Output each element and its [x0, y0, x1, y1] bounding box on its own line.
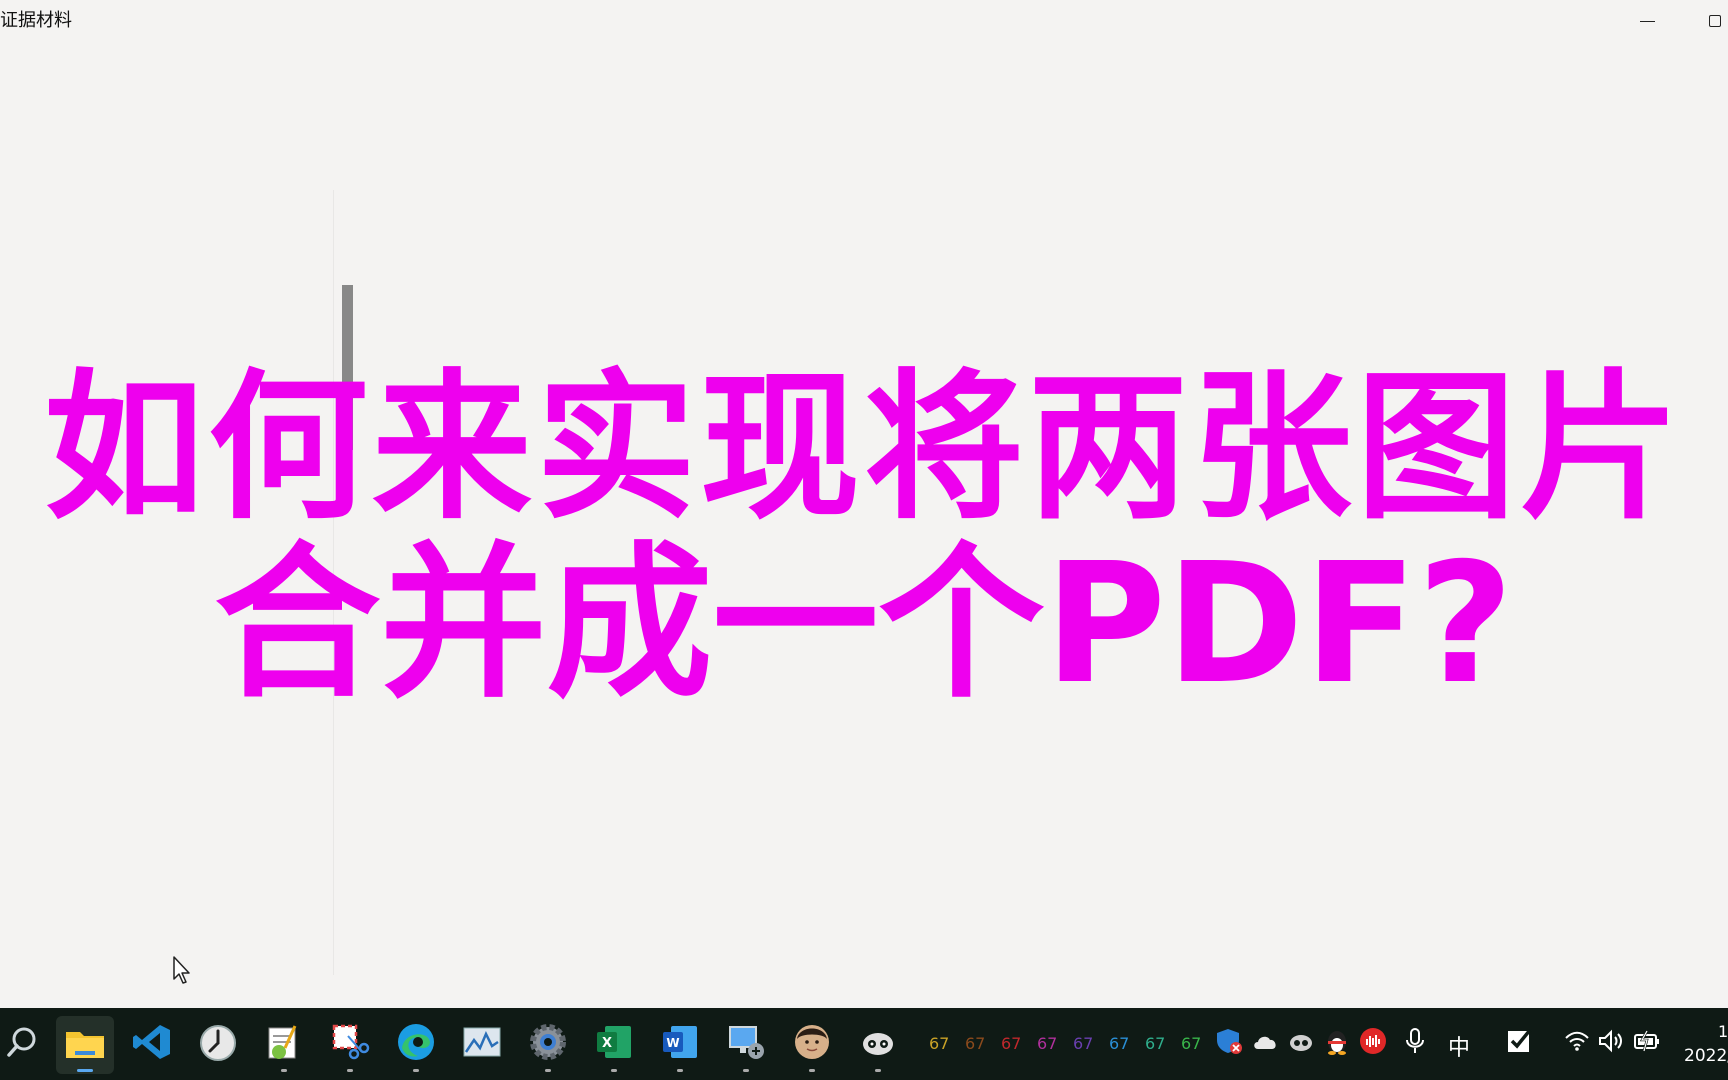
ime-indicator[interactable]: 中	[1448, 1030, 1470, 1062]
clock-time[interactable]: 1	[1718, 1022, 1728, 1041]
mouse-pointer-icon	[173, 956, 190, 984]
notepad-plus-icon[interactable]	[262, 1020, 306, 1072]
file-explorer-button[interactable]	[56, 1016, 114, 1074]
running-indicator	[413, 1069, 419, 1072]
snipping-tool-icon[interactable]	[328, 1020, 372, 1072]
running-indicator	[347, 1069, 353, 1072]
minimize-button[interactable]	[1630, 8, 1664, 34]
headline-overlay: 如何来实现将两张图片 合并成一个PDF?	[0, 354, 1728, 721]
tray-counter-2[interactable]: 67	[965, 1034, 985, 1053]
window-title: 证据材料	[0, 10, 72, 31]
tray-counter-1[interactable]: 67	[929, 1034, 949, 1053]
excel-icon[interactable]: X	[592, 1020, 636, 1072]
svg-text:W: W	[666, 1036, 679, 1050]
tray-counter-5[interactable]: 67	[1073, 1034, 1093, 1053]
title-bar: 证据材料	[0, 0, 1728, 40]
clock-app-icon[interactable]	[196, 1020, 240, 1064]
tray-counter-8[interactable]: 67	[1181, 1034, 1201, 1053]
avatar[interactable]	[790, 1020, 834, 1072]
svg-text:X: X	[602, 1036, 612, 1051]
active-indicator	[77, 1069, 93, 1072]
running-indicator	[611, 1069, 617, 1072]
wifi-icon[interactable]	[1562, 1026, 1592, 1056]
running-indicator	[281, 1069, 287, 1072]
security-shield-icon[interactable]	[1214, 1026, 1244, 1056]
edge-browser-icon[interactable]	[394, 1020, 438, 1072]
tray-counter-4[interactable]: 67	[1037, 1034, 1057, 1053]
running-indicator	[743, 1069, 749, 1072]
running-indicator	[809, 1069, 815, 1072]
onedrive-cloud-icon[interactable]	[1250, 1026, 1280, 1056]
remote-desktop-icon[interactable]	[724, 1020, 768, 1072]
battery-icon[interactable]	[1632, 1026, 1662, 1056]
search-icon[interactable]	[0, 1020, 44, 1064]
maximize-button[interactable]	[1700, 8, 1728, 34]
clock-date[interactable]: 2022/	[1684, 1046, 1728, 1066]
word-icon[interactable]: W	[658, 1020, 702, 1072]
microphone-icon[interactable]	[1400, 1026, 1430, 1056]
settings-gear-icon[interactable]	[526, 1020, 570, 1072]
tray-counter-6[interactable]: 67	[1109, 1034, 1129, 1053]
running-indicator	[545, 1069, 551, 1072]
headline-line-2: 合并成一个PDF?	[214, 527, 1514, 721]
running-indicator	[875, 1069, 881, 1072]
tray-counter-3[interactable]: 67	[1001, 1034, 1021, 1053]
game-bot-tray-icon[interactable]	[1286, 1026, 1316, 1056]
image-viewer-icon[interactable]	[460, 1020, 504, 1064]
running-indicator	[677, 1069, 683, 1072]
tray-counter-7[interactable]: 67	[1145, 1034, 1165, 1053]
vscode-icon[interactable]	[130, 1020, 174, 1064]
game-controller-icon[interactable]	[856, 1020, 900, 1072]
checkbox-tool-icon[interactable]	[1504, 1026, 1534, 1056]
volume-icon[interactable]	[1596, 1026, 1626, 1056]
audio-recorder-icon[interactable]	[1358, 1026, 1388, 1056]
qq-penguin-icon[interactable]	[1322, 1026, 1352, 1056]
headline-line-1: 如何来实现将两张图片	[43, 354, 1684, 541]
